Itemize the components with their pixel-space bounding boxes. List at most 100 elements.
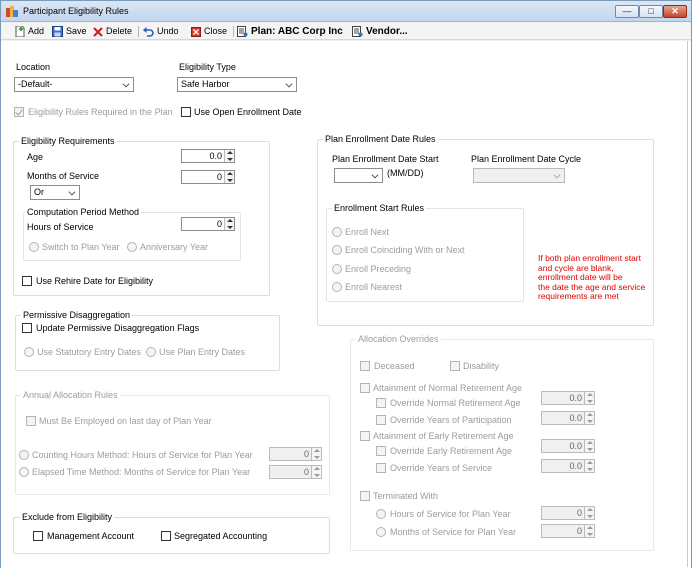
override-early-age-input[interactable]: 0.0 xyxy=(541,439,595,453)
age-input[interactable]: 0.0 xyxy=(181,149,235,163)
override-early-age-label: Override Early Retirement Age xyxy=(390,446,513,456)
override-years-service-checkbox[interactable] xyxy=(376,463,386,473)
counting-hours-label: Counting Hours Method: Hours of Service … xyxy=(32,450,253,460)
save-icon xyxy=(52,26,63,38)
update-permissive-checkbox[interactable] xyxy=(22,323,32,333)
add-document-icon xyxy=(15,26,25,38)
segregated-accounting-checkbox[interactable] xyxy=(161,531,171,541)
undo-button[interactable]: Undo xyxy=(143,25,179,38)
override-normal-age-label: Override Normal Retirement Age xyxy=(390,398,521,408)
save-button[interactable]: Save xyxy=(52,25,87,38)
spinner-icon[interactable] xyxy=(584,525,594,537)
statutory-entry-dates-radio[interactable] xyxy=(24,347,34,357)
spinner-icon[interactable] xyxy=(584,392,594,404)
spinner-icon[interactable] xyxy=(584,440,594,452)
early-retirement-checkbox[interactable] xyxy=(360,431,370,441)
undo-label: Undo xyxy=(157,26,179,36)
normal-retirement-checkbox[interactable] xyxy=(360,383,370,393)
eligibility-type-label: Eligibility Type xyxy=(179,62,236,72)
close-label: Close xyxy=(204,26,228,36)
title-bar[interactable]: Participant Eligibility Rules — □ ✕ xyxy=(1,1,691,22)
note-line: requirements are met xyxy=(538,291,619,301)
counting-hours-input[interactable]: 0 xyxy=(269,447,322,461)
use-rehire-date-checkbox[interactable] xyxy=(22,276,32,286)
spinner-icon[interactable] xyxy=(224,218,234,230)
must-be-employed-label: Must Be Employed on last day of Plan Yea… xyxy=(39,416,212,426)
deceased-checkbox[interactable] xyxy=(360,361,370,371)
spinner-icon[interactable] xyxy=(224,171,234,183)
eligibility-type-dropdown[interactable]: Safe Harbor xyxy=(177,77,297,92)
hours-of-service-input[interactable]: 0 xyxy=(181,217,235,231)
plan-button[interactable]: Plan: ABC Corp Inc xyxy=(237,25,343,38)
enrollment-note: If both plan enrollment start and cycle … xyxy=(538,253,645,302)
spinner-icon[interactable] xyxy=(584,460,594,472)
months-of-service-value: 0 xyxy=(216,172,222,182)
override-years-service-label: Override Years of Service xyxy=(390,463,493,473)
close-button[interactable]: Close xyxy=(191,25,227,38)
computation-period-title: Computation Period Method xyxy=(25,207,142,217)
enrollment-cycle-dropdown[interactable] xyxy=(473,168,565,183)
counting-hours-radio[interactable] xyxy=(19,450,29,460)
app-icon xyxy=(6,6,18,17)
anniversary-year-radio[interactable] xyxy=(127,242,137,252)
terminated-hours-radio[interactable] xyxy=(376,509,386,519)
use-rehire-date-label: Use Rehire Date for Eligibility xyxy=(36,276,154,286)
enroll-coinciding-label: Enroll Coinciding With or Next xyxy=(345,245,465,255)
add-button[interactable]: Add xyxy=(15,25,44,38)
terminated-hours-input[interactable]: 0 xyxy=(541,506,595,520)
minimize-button[interactable]: — xyxy=(615,5,639,18)
must-be-employed-checkbox[interactable] xyxy=(26,416,36,426)
switch-to-plan-year-radio[interactable] xyxy=(29,242,39,252)
enroll-preceding-radio[interactable] xyxy=(332,264,342,274)
switch-to-plan-year-label: Switch to Plan Year xyxy=(42,242,120,252)
annual-allocation-title: Annual Allocation Rules xyxy=(21,390,120,400)
chevron-down-icon xyxy=(553,171,561,179)
terminated-months-radio[interactable] xyxy=(376,527,386,537)
elapsed-time-input[interactable]: 0 xyxy=(269,465,322,479)
delete-label: Delete xyxy=(106,26,133,36)
spinner-icon[interactable] xyxy=(311,466,321,478)
enroll-next-radio[interactable] xyxy=(332,227,342,237)
location-dropdown[interactable]: -Default- xyxy=(14,77,134,92)
override-years-service-input[interactable]: 0.0 xyxy=(541,459,595,473)
disability-checkbox[interactable] xyxy=(450,361,460,371)
months-of-service-input[interactable]: 0 xyxy=(181,170,235,184)
chevron-down-icon xyxy=(68,188,76,196)
statutory-entry-dates-label: Use Statutory Entry Dates xyxy=(37,347,142,357)
undo-icon xyxy=(143,26,154,37)
enroll-coinciding-radio[interactable] xyxy=(332,245,342,255)
plan-entry-dates-radio[interactable] xyxy=(146,347,156,357)
override-normal-age-checkbox[interactable] xyxy=(376,398,386,408)
allocation-overrides-title: Allocation Overrides xyxy=(356,334,441,344)
spinner-icon[interactable] xyxy=(224,150,234,162)
override-early-age-checkbox[interactable] xyxy=(376,446,386,456)
maximize-button[interactable]: □ xyxy=(639,5,663,18)
terminated-hours-value: 0 xyxy=(576,508,582,518)
spinner-icon[interactable] xyxy=(311,448,321,460)
override-years-participation-value: 0.0 xyxy=(569,413,582,423)
enroll-nearest-label: Enroll Nearest xyxy=(345,282,403,292)
spinner-icon[interactable] xyxy=(584,507,594,519)
close-window-button[interactable]: ✕ xyxy=(663,5,687,18)
management-account-checkbox[interactable] xyxy=(33,531,43,541)
override-years-participation-input[interactable]: 0.0 xyxy=(541,411,595,425)
spinner-icon[interactable] xyxy=(584,412,594,424)
elapsed-time-value: 0 xyxy=(303,467,309,477)
or-dropdown[interactable]: Or xyxy=(30,185,80,200)
enrollment-start-dropdown[interactable] xyxy=(334,168,383,183)
use-open-enrollment-checkbox[interactable] xyxy=(181,107,191,117)
override-years-participation-checkbox[interactable] xyxy=(376,415,386,425)
elapsed-time-radio[interactable] xyxy=(19,467,29,477)
enroll-nearest-radio[interactable] xyxy=(332,282,342,292)
override-normal-age-input[interactable]: 0.0 xyxy=(541,391,595,405)
early-retirement-label: Attainment of Early Retirement Age xyxy=(373,431,514,441)
vendor-button[interactable]: Vendor... xyxy=(352,25,408,38)
terminated-with-checkbox[interactable] xyxy=(360,491,370,501)
terminated-months-input[interactable]: 0 xyxy=(541,524,595,538)
or-value: Or xyxy=(34,187,44,197)
rules-required-checkbox[interactable] xyxy=(14,107,24,117)
counting-hours-value: 0 xyxy=(303,449,309,459)
eligibility-requirements-title: Eligibility Requirements xyxy=(19,136,117,146)
add-label: Add xyxy=(28,26,45,36)
delete-button[interactable]: Delete xyxy=(93,25,132,38)
